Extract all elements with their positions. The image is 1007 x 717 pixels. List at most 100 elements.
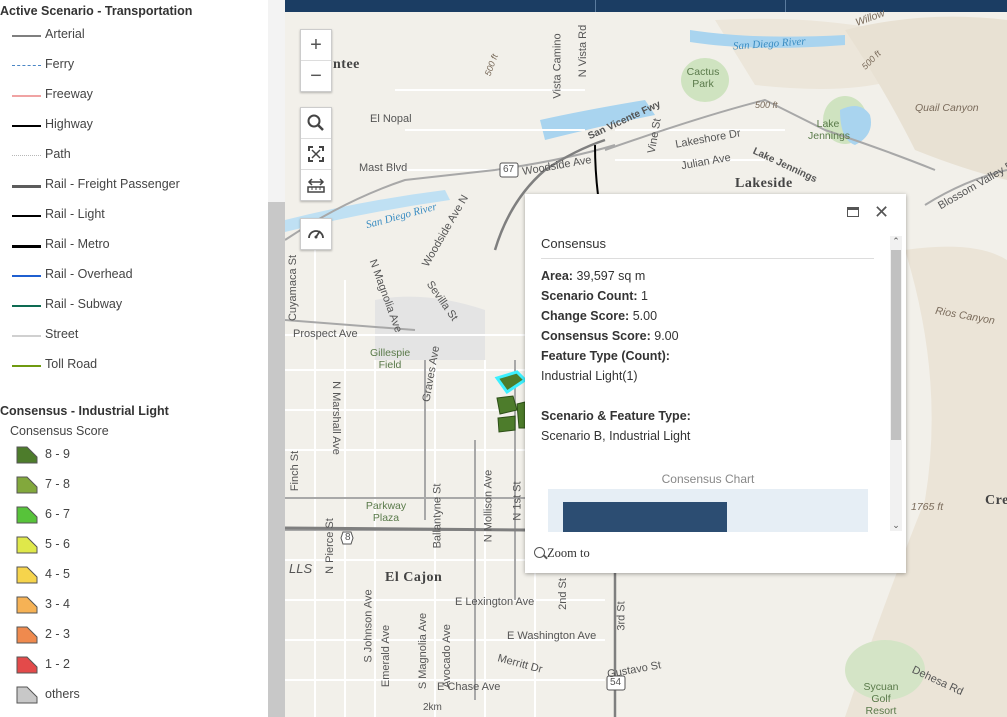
shield-label-8: 8 [345,532,351,543]
scenario-label: Scenario & Feature Type: [541,406,881,426]
legend-item-transport: Rail - Metro [0,235,265,255]
legend-polygon-symbol [16,566,38,584]
popup-field-label: Area: [541,269,573,283]
popup-field: Area: 39,597 sq m [541,266,881,286]
label-quail-canyon: Quail Canyon [915,102,979,114]
label-scale-2km: 2km [423,702,442,713]
maximize-icon[interactable] [847,207,859,217]
scroll-up-icon[interactable]: ⌃ [890,236,902,247]
legend-item-consensus: 6 - 7 [0,504,265,524]
zoom-to-link[interactable]: Zoom to [534,546,590,561]
legend-polygon-symbol [16,596,38,614]
legend-item-transport: Street [0,325,265,345]
label-lls: LLS [289,561,313,576]
legend-line-symbol [12,155,41,156]
legend-item-consensus: 4 - 5 [0,564,265,584]
legend-polygon-symbol [16,446,38,464]
measure-button[interactable] [301,170,331,200]
terrain-shade [845,16,1007,180]
close-icon[interactable]: ✕ [874,202,889,222]
legend-item-consensus: 7 - 8 [0,474,265,494]
label-e-lexington-ave: E Lexington Ave [455,596,535,608]
legend-item-label: 8 - 9 [45,447,71,461]
label-prospect-ave: Prospect Ave [293,328,358,340]
scroll-down-icon[interactable]: ⌄ [890,520,902,531]
legend-item-transport: Rail - Freight Passenger [0,175,265,195]
zoom-in-button[interactable]: + [301,30,331,61]
legend-item-label: Ferry [45,57,75,71]
label-n-1st-st: N 1st St [511,481,524,521]
search-button[interactable] [301,108,331,139]
legend-item-consensus: others [0,684,265,704]
legend-item-label: 6 - 7 [45,507,71,521]
legend-item-label: Rail - Freight Passenger [45,177,180,191]
full-extent-button[interactable] [301,139,331,170]
speedometer-icon [308,230,324,239]
legend-item-label: 4 - 5 [45,567,71,581]
dashboard-control [300,218,332,250]
legend-item-transport: Ferry [0,55,265,75]
ruler-icon [307,178,325,193]
search-icon [307,114,324,131]
zoom-out-button[interactable]: − [301,61,331,91]
consensus-chart [548,489,868,532]
legend-item-label: 1 - 2 [45,657,71,671]
legend-item-label: others [45,687,80,701]
popup-field: Consensus Score: 9.00 [541,326,881,346]
tool-controls [300,107,332,201]
popup-scrollbar-thumb[interactable] [891,250,901,440]
legend-consensus-subtitle: Consensus Score [10,424,109,438]
legend-line-symbol [12,35,41,37]
legend-item-consensus: 1 - 2 [0,654,265,674]
label-e-washington-ave: E Washington Ave [507,630,597,642]
popup-field-value: 1 [637,289,648,303]
legend-item-label: 5 - 6 [45,537,71,551]
legend-item-label: Rail - Light [45,207,105,221]
legend-scrollbar[interactable] [268,0,285,717]
highway-67 [594,144,599,196]
consensus-chart-bar[interactable] [563,502,727,532]
label-cuyamaca-st: Cuyamaca St [287,254,300,322]
label-vista-camino: Vista Camino [551,33,564,99]
legend-item-transport: Rail - Light [0,205,265,225]
legend-scrollbar-thumb[interactable] [268,202,285,717]
label-santee: ntee [333,57,360,72]
legend-item-label: Rail - Overhead [45,267,133,281]
legend-item-transport: Path [0,145,265,165]
label-s-johnson-ave: S Johnson Ave [362,589,375,663]
dashboard-button[interactable] [301,219,331,249]
legend-item-label: Street [45,327,79,341]
legend-item-label: Highway [45,117,93,131]
legend-item-label: 7 - 8 [45,477,71,491]
label-500-ft: 500 ft [755,100,778,110]
legend-polygon-symbol [16,656,38,674]
legend-item-consensus: 2 - 3 [0,624,265,644]
popup-scrollbar[interactable]: ⌃ ⌄ [890,236,902,531]
legend-item-transport: Highway [0,115,265,135]
legend-polygon-symbol [16,686,38,704]
legend-line-symbol [12,95,41,97]
toolbar-divider [785,0,786,12]
legend-line-symbol [12,125,41,127]
popup-field-value: 9.00 [650,329,679,343]
legend-panel: Active Scenario - Transportation Arteria… [0,0,268,717]
legend-item-transport: Rail - Subway [0,295,265,315]
scenario-label-text: Scenario & Feature Type: [541,409,691,423]
label-2nd-st: 2nd St [556,578,569,610]
legend-item-consensus: 8 - 9 [0,444,265,464]
popup-field: Change Score: 5.00 [541,306,881,326]
legend-line-symbol [12,185,41,188]
label-finch-st: Finch St [289,450,302,492]
legend-item-transport: Rail - Overhead [0,265,265,285]
legend-polygon-symbol [16,506,38,524]
popup-field: Scenario Count: 1 [541,286,881,306]
legend-item-label: Rail - Metro [45,237,110,251]
popup-title: Consensus [541,236,607,251]
popup-field-value: 5.00 [629,309,658,323]
popup-field-value: 39,597 sq m [572,269,646,283]
label-ballantyne-st: Ballantyne St [431,483,444,549]
shield-label-67: 67 [503,164,515,175]
legend-consensus-title: Consensus - Industrial Light [0,404,169,418]
label-3rd-st: 3rd St [615,601,628,631]
top-toolbar [285,0,1007,12]
